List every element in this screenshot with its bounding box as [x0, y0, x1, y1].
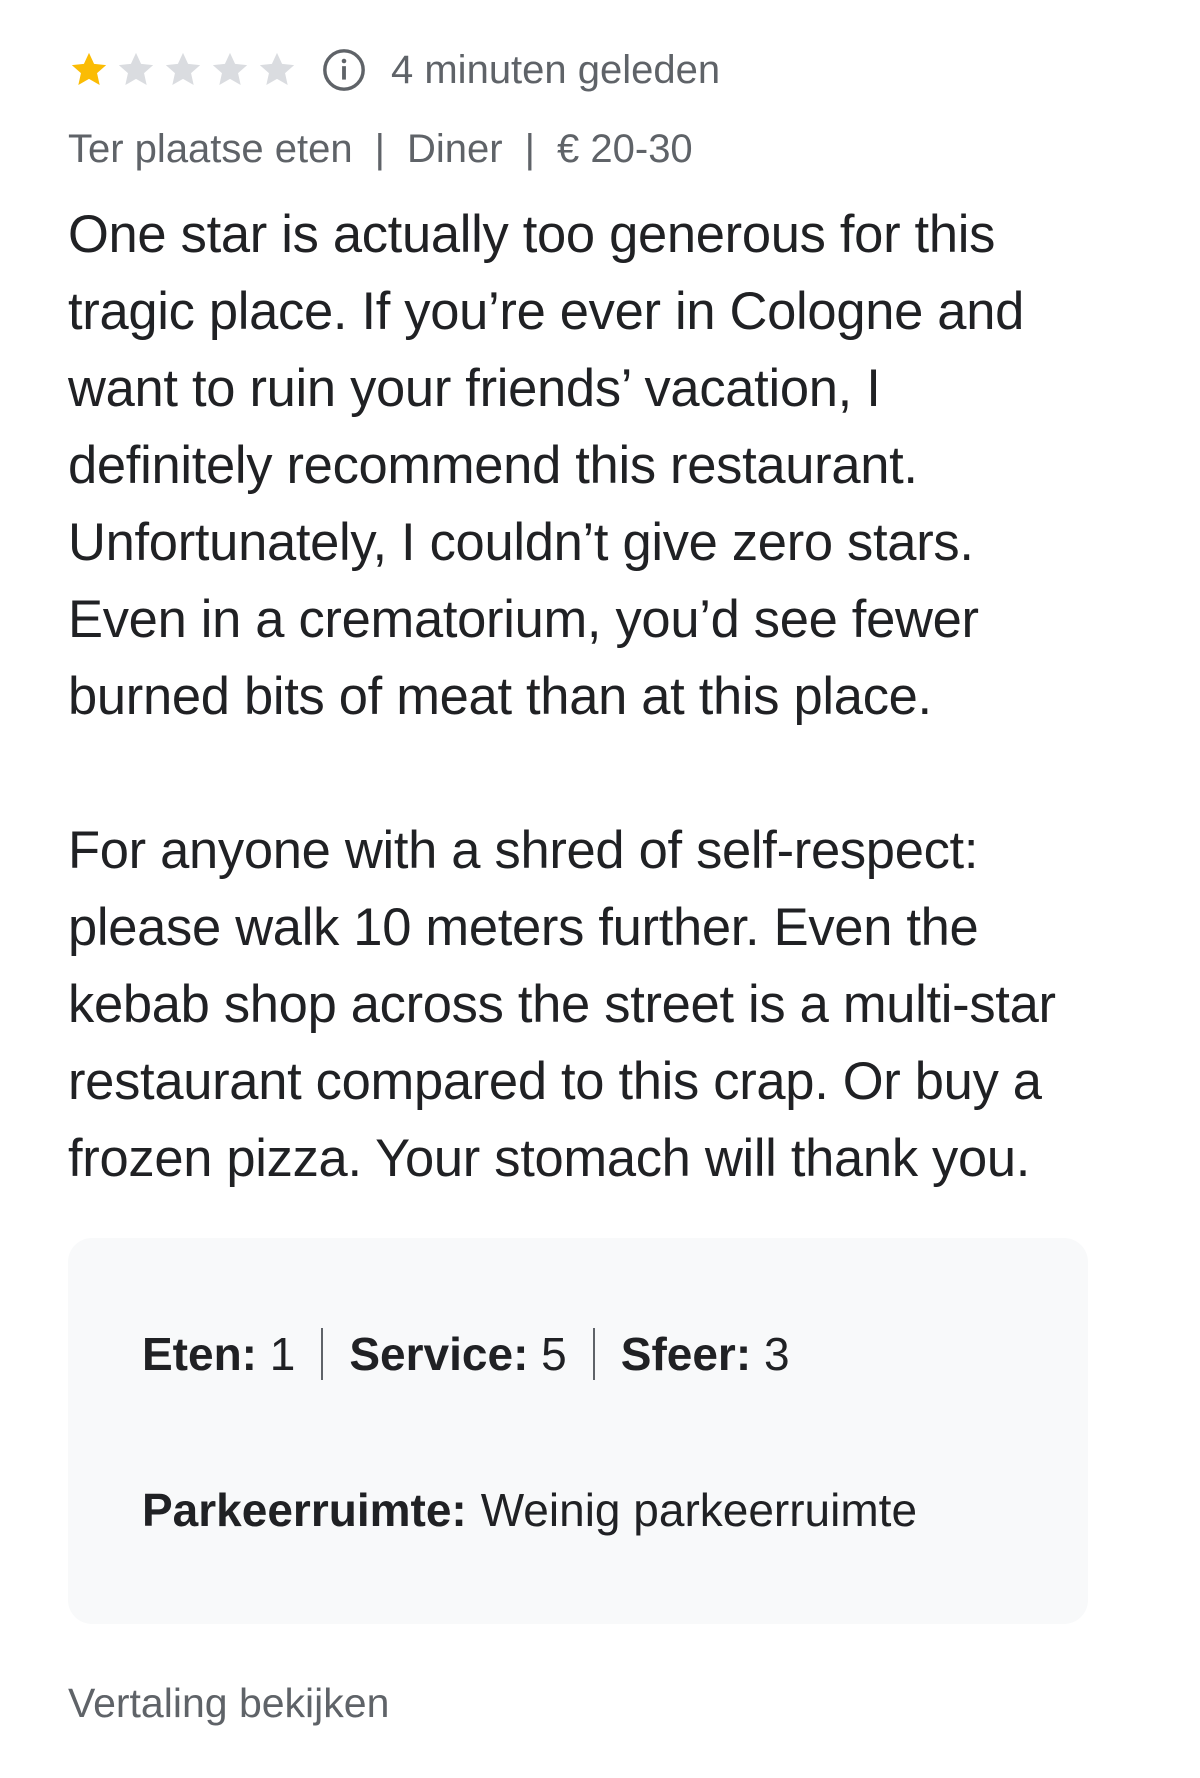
- review-paragraph: For anyone with a shred of self-respect:…: [68, 821, 1056, 1188]
- info-icon[interactable]: [321, 47, 367, 93]
- rating-food: Eten: 1: [142, 1327, 295, 1381]
- parking-value: Weinig parkeerruimte: [480, 1484, 918, 1536]
- tag-meal-type: Diner: [407, 127, 503, 171]
- parking-label: Parkeerruimte:: [142, 1484, 467, 1536]
- rating-divider: [321, 1328, 324, 1380]
- tag-price-range: € 20-30: [557, 127, 693, 171]
- review-paragraph: One star is actually too generous for th…: [68, 205, 1024, 726]
- rating-divider: [592, 1328, 595, 1380]
- rating-food-value: 1: [269, 1328, 296, 1380]
- star-icon: [118, 52, 154, 86]
- review-time: 4 minuten geleden: [391, 48, 721, 92]
- aspect-ratings-card: Eten: 1 Service: 5 Sfeer: 3 Parkeerruimt…: [68, 1238, 1088, 1624]
- review-text: One star is actually too generous for th…: [68, 196, 1148, 1197]
- rating-service-label: Service:: [349, 1328, 529, 1380]
- rating-food-label: Eten:: [142, 1328, 257, 1380]
- parking-info: Parkeerruimte: Weinig parkeerruimte: [142, 1474, 917, 1546]
- star-icon: [259, 52, 295, 86]
- rating-atmosphere: Sfeer: 3: [621, 1327, 790, 1381]
- review-meta-row: 4 minuten geleden: [68, 44, 720, 96]
- star-icon: [212, 52, 248, 86]
- tag-separator: |: [374, 127, 386, 171]
- star-icon: [165, 52, 201, 86]
- review-tags: Ter plaatse eten | Diner | € 20-30: [68, 122, 693, 176]
- rating-service: Service: 5: [349, 1327, 566, 1381]
- aspect-ratings: Eten: 1 Service: 5 Sfeer: 3: [142, 1318, 790, 1390]
- tag-separator: |: [524, 127, 536, 171]
- rating-atmosphere-label: Sfeer:: [620, 1328, 752, 1380]
- rating-atmosphere-value: 3: [763, 1328, 790, 1380]
- rating-service-value: 5: [541, 1328, 567, 1380]
- star-rating: [68, 49, 303, 91]
- star-icon: [71, 52, 107, 86]
- tag-dining-option: Ter plaatse eten: [68, 127, 353, 171]
- see-translation-link[interactable]: Vertaling bekijken: [68, 1676, 389, 1730]
